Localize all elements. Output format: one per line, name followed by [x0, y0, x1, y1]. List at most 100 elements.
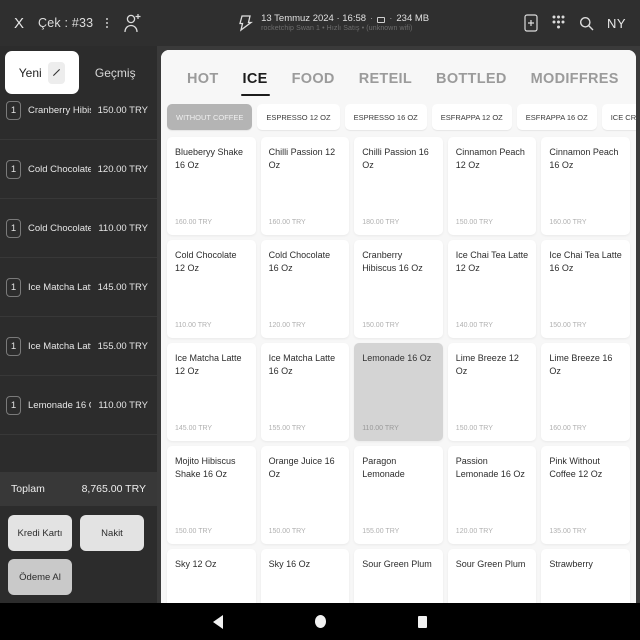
- product-name: Ice Chai Tea Latte 16 Oz: [549, 250, 622, 274]
- product-card[interactable]: Sky 16 Oz: [260, 549, 350, 603]
- product-price: 150.00 TRY: [549, 322, 587, 329]
- product-card[interactable]: Mojito Hibiscus Shake 16 Oz 150.00 TRY: [167, 446, 256, 544]
- product-grid: Blueberyy Shake 16 Oz 160.00 TRY Chilli Pa…: [161, 137, 636, 603]
- product-card[interactable]: Ice Matcha Latte 16 Oz 155.00 TRY: [260, 343, 350, 441]
- tab-yeni-label: Yeni: [18, 65, 42, 80]
- cart-row[interactable]: 1 Cranberry Hibiscus 16 Oz 150.00 TRY: [0, 94, 157, 140]
- product-card[interactable]: Orange Juice 16 Oz 150.00 TRY: [260, 446, 350, 544]
- product-card[interactable]: Sky 12 Oz: [167, 549, 256, 603]
- category-tab-modiffres[interactable]: MODIFFRES: [519, 71, 631, 96]
- close-icon[interactable]: X: [10, 14, 28, 33]
- tab-yeni[interactable]: Yeni: [5, 51, 79, 94]
- product-card[interactable]: Cinnamon Peach 12 Oz 150.00 TRY: [447, 137, 537, 235]
- user-initials-badge[interactable]: NY: [607, 16, 626, 31]
- cart-row[interactable]: 1 Cold Chocolate 12 Oz 110.00 TRY: [0, 199, 157, 258]
- cart-item-qty[interactable]: 1: [6, 218, 21, 238]
- product-name: Lime Breeze 16 Oz: [549, 353, 613, 377]
- cart-row[interactable]: 1 Cold Chocolate 16 Oz 120.00 TRY: [0, 140, 157, 199]
- cart-row[interactable]: 1 Lemonade 16 Oz 110.00 TRY: [0, 376, 157, 435]
- add-customer-icon[interactable]: [121, 11, 143, 35]
- subcategory-chip[interactable]: WITHOUT COFFEE: [167, 104, 253, 130]
- category-tab-bottled[interactable]: BOTTLED: [424, 71, 519, 96]
- product-name: Sky 16 Oz: [268, 559, 311, 569]
- product-card[interactable]: Ice Chai Tea Latte 12 Oz 140.00 TRY: [447, 240, 537, 338]
- product-card[interactable]: Chilli Passion 12 Oz 160.00 TRY: [260, 137, 350, 235]
- subcategory-chip[interactable]: ESFRAPPA 12 OZ: [431, 104, 512, 130]
- product-card[interactable]: Paragon Lemonade 155.00 TRY: [354, 446, 443, 544]
- cart-item-name: Cold Chocolate 12 Oz: [28, 222, 92, 234]
- product-card[interactable]: Cold Chocolate 16 Oz 120.00 TRY: [260, 240, 350, 338]
- printer-icon[interactable]: [238, 14, 254, 32]
- product-card[interactable]: Sour Green Plum: [447, 549, 537, 603]
- category-tab-hot[interactable]: HOT: [175, 71, 231, 96]
- product-card[interactable]: Lemonade 16 Oz 110.00 TRY: [354, 343, 443, 441]
- datetime-label: 13 Temmuz 2024 · 16:58: [261, 12, 367, 24]
- product-name: Passion Lemonade 16 Oz: [455, 456, 525, 480]
- recents-nav-icon[interactable]: [418, 615, 427, 628]
- cart-row[interactable]: 1 Ice Matcha Latte 12 Oz 145.00 TRY: [0, 258, 157, 317]
- subcategory-chip[interactable]: ICE CREAM&MILKSHAKE: [601, 104, 636, 130]
- product-price: 110.00 TRY: [175, 322, 212, 329]
- product-card[interactable]: Chilli Passion 16 Oz 180.00 TRY: [354, 137, 443, 235]
- product-price: 160.00 TRY: [549, 425, 587, 432]
- back-nav-icon[interactable]: [213, 614, 223, 629]
- category-tab-reteil[interactable]: RETEIL: [347, 71, 424, 96]
- product-name: Ice Matcha Latte 16 Oz: [268, 353, 336, 377]
- product-card[interactable]: Cold Chocolate 12 Oz 110.00 TRY: [167, 240, 256, 338]
- cart-list[interactable]: 1 Cranberry Hibiscus 16 Oz 150.00 TRY 1 Cold…: [0, 94, 157, 472]
- product-card[interactable]: Ice Chai Tea Latte 16 Oz 150.00 TRY: [541, 240, 630, 338]
- pencil-icon[interactable]: [47, 61, 65, 84]
- product-name: Blueberyy Shake 16 Oz: [175, 147, 244, 171]
- product-price: 150.00 TRY: [455, 219, 493, 226]
- product-card[interactable]: Lime Breeze 16 Oz 160.00 TRY: [541, 343, 630, 441]
- product-card[interactable]: Strawberry: [541, 549, 630, 603]
- product-card[interactable]: Sour Green Plum: [354, 549, 443, 603]
- product-card[interactable]: Blueberyy Shake 16 Oz 160.00 TRY: [167, 137, 256, 235]
- cart-item-qty[interactable]: 1: [6, 395, 21, 415]
- top-bar: X Çek : #33 13 Temmuz 2024 · 16:58 · · 2…: [0, 0, 640, 46]
- cart-item-qty[interactable]: 1: [6, 159, 21, 179]
- android-nav-bar: [0, 603, 640, 640]
- grid-apps-icon[interactable]: [551, 14, 566, 32]
- check-number-label[interactable]: Çek : #33: [38, 16, 93, 30]
- tab-gecmis[interactable]: Geçmiş: [79, 51, 153, 94]
- cart-item-price: 110.00 TRY: [98, 222, 148, 234]
- take-payment-button[interactable]: Ödeme Al: [8, 559, 72, 595]
- kebab-menu-icon[interactable]: [103, 18, 111, 28]
- product-card[interactable]: Pink Without Coffee 12 Oz 135.00 TRY: [541, 446, 630, 544]
- subcategory-chip[interactable]: ESPRESSO 12 OZ: [257, 104, 340, 130]
- credit-card-button[interactable]: Kredi Kartı: [8, 515, 72, 551]
- cart-row[interactable]: 1 Ice Matcha Latte 16 Oz 155.00 TRY: [0, 317, 157, 376]
- product-price: 150.00 TRY: [362, 322, 400, 329]
- total-bar: Toplam 8,765.00 TRY: [0, 472, 157, 506]
- session-info: 13 Temmuz 2024 · 16:58 · · 234 MB rocket…: [261, 13, 429, 34]
- product-card[interactable]: Cinnamon Peach 16 Oz 160.00 TRY: [541, 137, 630, 235]
- product-name: Chilli Passion 12 Oz: [268, 147, 336, 171]
- cart-item-qty[interactable]: 1: [6, 277, 21, 297]
- cart-item-price: 120.00 TRY: [97, 163, 148, 175]
- product-card[interactable]: Lime Breeze 12 Oz 150.00 TRY: [447, 343, 537, 441]
- subcategory-chip[interactable]: ESFRAPPA 16 OZ: [516, 104, 597, 130]
- search-icon[interactable]: [579, 16, 594, 31]
- cart-item-qty[interactable]: 1: [6, 336, 21, 356]
- cart-item-qty[interactable]: 1: [6, 100, 21, 120]
- category-tab-ice[interactable]: ICE: [231, 71, 280, 96]
- cart-item-price: 150.00 TRY: [97, 104, 148, 116]
- cart-item-price: 155.00 TRY: [97, 340, 148, 352]
- category-tab-food[interactable]: FOOD: [280, 71, 347, 96]
- product-price: 145.00 TRY: [175, 425, 213, 432]
- subcategory-chip[interactable]: ESPRESSO 16 OZ: [344, 104, 427, 130]
- product-name: Cranberry Hibiscus 16 Oz: [362, 250, 423, 274]
- product-name: Sour Green Plum: [455, 559, 526, 569]
- pos-app-screen: X Çek : #33 13 Temmuz 2024 · 16:58 · · 2…: [0, 0, 640, 640]
- cash-button[interactable]: Nakit: [80, 515, 144, 551]
- product-name: Cinnamon Peach 12 Oz: [455, 147, 525, 171]
- device-label: rocketchip Swan 1 • Hızlı Satış • (unkno…: [261, 24, 413, 32]
- product-name: Ice Chai Tea Latte 12 Oz: [455, 250, 529, 274]
- product-card[interactable]: Ice Matcha Latte 12 Oz 145.00 TRY: [167, 343, 256, 441]
- category-tabs: HOT ICE FOOD RETEIL BOTTLED MODIFFRES: [161, 50, 636, 96]
- add-card-icon[interactable]: [524, 14, 538, 32]
- product-card[interactable]: Cranberry Hibiscus 16 Oz 150.00 TRY: [354, 240, 443, 338]
- product-card[interactable]: Passion Lemonade 16 Oz 120.00 TRY: [447, 446, 537, 544]
- home-nav-icon[interactable]: [315, 615, 326, 628]
